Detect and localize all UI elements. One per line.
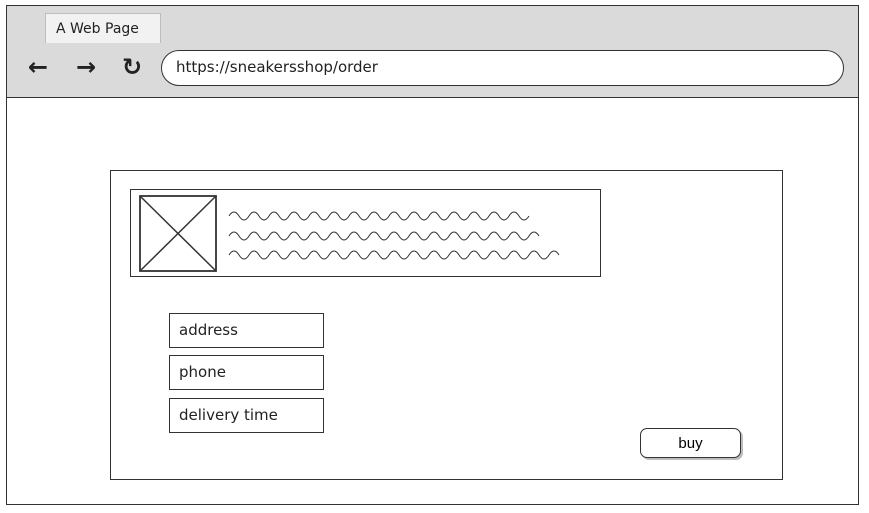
- buy-button[interactable]: buy: [640, 428, 741, 458]
- delivery-time-field[interactable]: delivery time: [169, 398, 324, 433]
- address-label: address: [179, 321, 238, 339]
- buy-label: buy: [678, 435, 703, 452]
- browser-window: A Web Page ← → ↻ https://sneakersshop/or…: [6, 5, 859, 505]
- tab-title: A Web Page: [56, 21, 139, 37]
- address-field[interactable]: address: [169, 313, 324, 348]
- url-text: https://sneakersshop/order: [176, 58, 378, 76]
- order-panel: address phone delivery time buy: [110, 170, 783, 480]
- url-input[interactable]: https://sneakersshop/order: [161, 50, 844, 86]
- browser-tab[interactable]: A Web Page: [45, 13, 161, 43]
- phone-field[interactable]: phone: [169, 355, 324, 390]
- description-scribble: [228, 211, 560, 260]
- page-content: address phone delivery time buy: [7, 98, 858, 506]
- forward-arrow-icon[interactable]: →: [73, 53, 99, 81]
- image-placeholder-icon: [139, 195, 217, 272]
- delivery-time-label: delivery time: [179, 406, 278, 424]
- back-arrow-icon[interactable]: ←: [25, 53, 51, 81]
- phone-label: phone: [179, 363, 226, 381]
- reload-icon[interactable]: ↻: [119, 53, 145, 81]
- product-summary: [130, 189, 601, 277]
- browser-toolbar: A Web Page ← → ↻ https://sneakersshop/or…: [7, 6, 858, 98]
